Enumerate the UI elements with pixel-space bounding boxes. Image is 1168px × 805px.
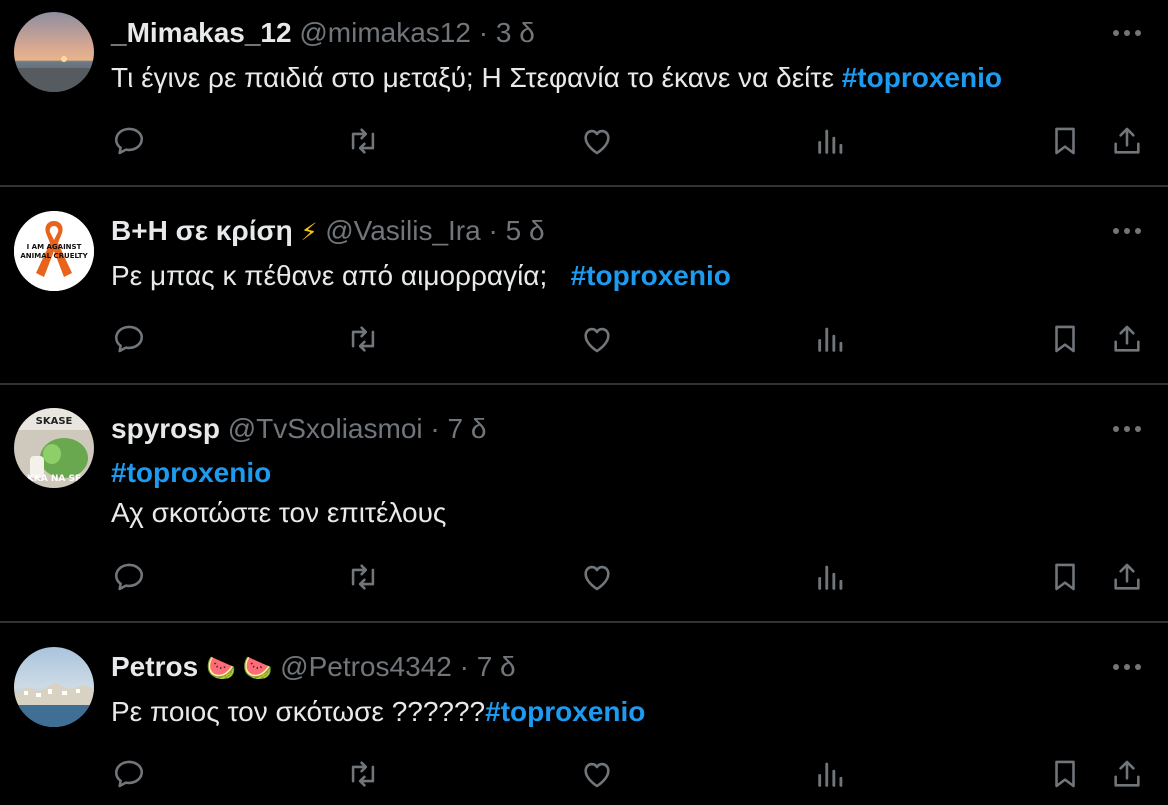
tweet-header: spyrosp @TvSxoliasmoi · 7 δ (111, 412, 486, 446)
reply-icon[interactable] (109, 319, 149, 359)
display-name[interactable]: B+H σε κρίση (111, 215, 293, 246)
separator: · (488, 215, 498, 246)
timestamp[interactable]: 5 δ (506, 215, 545, 246)
user-handle[interactable]: @Petros4342 (280, 651, 452, 682)
tweet-actions (0, 754, 1168, 794)
user-handle[interactable]: @mimakas12 (299, 17, 471, 48)
hashtag-link[interactable]: #toproxenio (842, 62, 1002, 93)
tweet-actions (0, 121, 1168, 161)
retweet-icon[interactable] (343, 319, 383, 359)
bookmark-icon[interactable] (1045, 754, 1085, 794)
tweet-actions (0, 557, 1168, 597)
like-icon[interactable] (577, 121, 617, 161)
share-icon[interactable] (1107, 754, 1147, 794)
reply-icon[interactable] (109, 754, 149, 794)
more-icon[interactable] (1110, 650, 1144, 684)
separator: · (478, 17, 489, 48)
tweet-actions (0, 319, 1168, 359)
views-icon[interactable] (811, 754, 851, 794)
bookmark-icon[interactable] (1045, 121, 1085, 161)
hashtag-link[interactable]: #toproxenio (111, 457, 271, 488)
views-icon[interactable] (811, 557, 851, 597)
avatar[interactable] (14, 647, 94, 727)
display-name[interactable]: _Mimakas_12 (111, 17, 292, 48)
timeline-feed: _Mimakas_12 @mimakas12 · 3 δ Τι έγινε ρε… (0, 0, 1168, 805)
tweet-header: B+H σε κρίση ⚡ @Vasilis_Ira · 5 δ (111, 214, 545, 250)
reply-icon[interactable] (109, 121, 149, 161)
more-icon[interactable] (1110, 412, 1144, 446)
svg-text:KKA NA SE: KKA NA SE (27, 474, 81, 484)
timestamp[interactable]: 7 δ (448, 413, 487, 444)
more-icon[interactable] (1110, 16, 1144, 50)
retweet-icon[interactable] (343, 557, 383, 597)
tweet-text-content: Ρε ποιος τον σκότωσε ?????? (111, 696, 486, 727)
like-icon[interactable] (577, 557, 617, 597)
retweet-icon[interactable] (343, 121, 383, 161)
tweet-text-content: Αχ σκοτώστε τον επιτέλους (111, 497, 447, 528)
avatar[interactable]: I AM AGAINST ANIMAL CRUELTY (14, 211, 94, 291)
avatar[interactable]: SKASE KKA NA SE (14, 408, 94, 488)
tweet-text: Ρε ποιος τον σκότωσε ??????#toproxenio (111, 692, 645, 732)
views-icon[interactable] (811, 319, 851, 359)
user-handle[interactable]: @TvSxoliasmoi (228, 413, 423, 444)
share-icon[interactable] (1107, 121, 1147, 161)
timestamp[interactable]: 7 δ (477, 651, 516, 682)
display-name[interactable]: spyrosp (111, 413, 220, 444)
bookmark-icon[interactable] (1045, 557, 1085, 597)
lightning-emoji: ⚡ (300, 219, 318, 246)
display-name[interactable]: Petros (111, 651, 198, 682)
tweet-text: Τι έγινε ρε παιδιά στο μεταξύ; Η Στεφανί… (111, 58, 1002, 98)
separator: · (459, 651, 469, 682)
svg-text:SKASE: SKASE (36, 416, 73, 427)
svg-text:ANIMAL CRUELTY: ANIMAL CRUELTY (20, 252, 88, 260)
like-icon[interactable] (577, 754, 617, 794)
bookmark-icon[interactable] (1045, 319, 1085, 359)
share-icon[interactable] (1107, 319, 1147, 359)
retweet-icon[interactable] (343, 754, 383, 794)
tweet[interactable]: I AM AGAINST ANIMAL CRUELTY B+H σε κρίση… (0, 187, 1168, 383)
tweet[interactable]: SKASE KKA NA SE spyrosp @TvSxoliasmoi · … (0, 385, 1168, 621)
reply-icon[interactable] (109, 557, 149, 597)
tweet-header: _Mimakas_12 @mimakas12 · 3 δ (111, 16, 535, 50)
views-icon[interactable] (811, 121, 851, 161)
tweet-text-content: Ρε μπας κ πέθανε από αιμορραγία; (111, 260, 571, 291)
user-handle[interactable]: @Vasilis_Ira (325, 215, 481, 246)
timestamp[interactable]: 3 δ (496, 17, 535, 48)
more-icon[interactable] (1110, 214, 1144, 248)
separator: · (430, 413, 440, 444)
share-icon[interactable] (1107, 557, 1147, 597)
watermelon-emoji: 🍉 🍉 (205, 655, 273, 682)
hashtag-link[interactable]: #toproxenio (571, 260, 731, 291)
tweet[interactable]: _Mimakas_12 @mimakas12 · 3 δ Τι έγινε ρε… (0, 0, 1168, 186)
tweet-text: #toproxenio Αχ σκοτώστε τον επιτέλους (111, 453, 446, 533)
like-icon[interactable] (577, 319, 617, 359)
avatar[interactable] (14, 12, 94, 92)
tweet[interactable]: Petros 🍉 🍉 @Petros4342 · 7 δ Ρε ποιος το… (0, 623, 1168, 805)
svg-text:I AM AGAINST: I AM AGAINST (27, 243, 82, 251)
tweet-header: Petros 🍉 🍉 @Petros4342 · 7 δ (111, 650, 516, 686)
tweet-text: Ρε μπας κ πέθανε από αιμορραγία; #toprox… (111, 256, 731, 296)
tweet-text-content: Τι έγινε ρε παιδιά στο μεταξύ; Η Στεφανί… (111, 62, 842, 93)
hashtag-link[interactable]: #toproxenio (485, 696, 645, 727)
